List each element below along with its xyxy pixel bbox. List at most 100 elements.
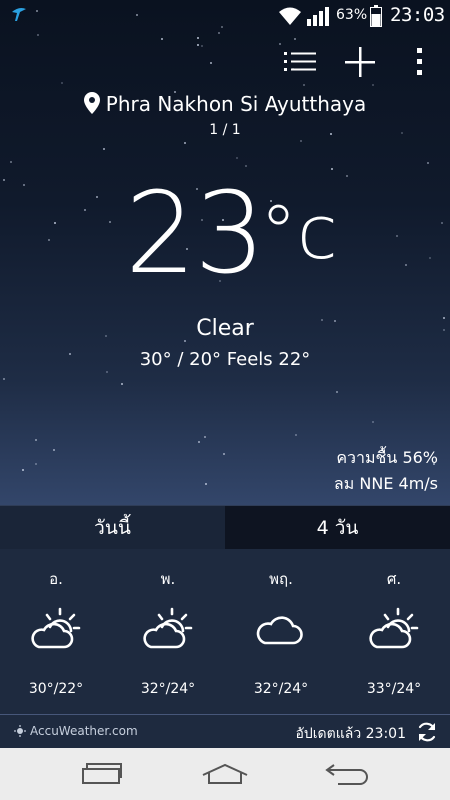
day-temperature: 32°/24°	[140, 681, 196, 697]
star	[405, 264, 407, 266]
tab-today[interactable]: วันนี้	[0, 505, 225, 550]
star	[201, 45, 203, 47]
accuweather-sun-icon	[14, 725, 26, 737]
star	[245, 165, 247, 167]
star	[53, 449, 55, 451]
refresh-icon[interactable]	[416, 721, 438, 743]
star	[197, 44, 199, 46]
day-name: พฤ.	[269, 570, 293, 588]
navigation-bar	[0, 748, 450, 800]
day-temperature: 32°/24°	[253, 681, 309, 697]
star	[441, 222, 443, 224]
star	[205, 483, 207, 485]
star	[198, 441, 200, 443]
wind-label: ลม	[333, 474, 355, 493]
star	[35, 463, 37, 465]
status-bar: 63% 23:03	[0, 0, 450, 32]
back-icon	[325, 764, 368, 785]
forecast-panel: อ. 30°/22° พ. 32°/24° พฤ. 32°/24° ศ. 33°…	[0, 549, 450, 714]
day-name: พ.	[160, 570, 176, 588]
footer-bar: AccuWeather.com อัปเดตแล้ว 23:01	[0, 714, 450, 749]
star	[372, 421, 374, 423]
star	[23, 184, 25, 186]
star	[3, 179, 5, 181]
cloud-icon	[256, 616, 303, 645]
accuweather-link[interactable]: AccuWeather.com	[14, 724, 138, 738]
star	[35, 439, 37, 441]
star	[121, 383, 123, 385]
day-name: ศ.	[386, 570, 402, 588]
star	[300, 140, 302, 142]
star	[184, 142, 186, 144]
humidity-detail: ความชื้น 56%	[336, 446, 438, 471]
more-icon	[417, 48, 422, 75]
partly-cloudy-sun-icon	[143, 607, 193, 649]
star	[54, 222, 56, 224]
day-name: อ.	[49, 570, 63, 588]
star	[48, 239, 50, 241]
location-name: Phra Nakhon Si Ayutthaya	[105, 92, 367, 116]
humidity-label: ความชื้น	[336, 448, 398, 467]
add-icon	[345, 47, 375, 77]
star	[336, 391, 338, 393]
back-button[interactable]	[317, 756, 377, 792]
star	[429, 257, 431, 259]
star	[103, 148, 105, 150]
wind-value: NNE 4m/s	[359, 474, 438, 493]
forecast-tabs: วันนี้ 4 วัน	[0, 505, 450, 550]
location-title[interactable]: Phra Nakhon Si Ayutthaya	[0, 92, 450, 116]
updated-time: อัปเดตแล้ว 23:01	[295, 726, 406, 742]
star	[218, 32, 220, 34]
day-temperature: 30°/22°	[28, 681, 84, 697]
humidity-value: 56%	[402, 448, 438, 467]
wind-detail: ลม NNE 4m/s	[334, 472, 438, 497]
wifi-icon	[279, 7, 301, 25]
weather-condition: Clear	[196, 316, 254, 341]
star	[3, 378, 5, 380]
recent-apps-button[interactable]	[73, 756, 133, 792]
star	[372, 84, 374, 86]
star	[96, 196, 98, 198]
temperature-unit: °c	[260, 190, 338, 276]
home-icon	[202, 763, 248, 784]
add-city-button[interactable]	[342, 44, 378, 80]
current-temperature: 23	[125, 169, 266, 299]
star	[427, 162, 429, 164]
partly-cloudy-sun-icon	[369, 607, 419, 649]
day-temperature: 33°/24°	[366, 681, 422, 697]
star	[161, 38, 163, 40]
star	[197, 37, 199, 39]
star	[10, 161, 12, 163]
battery-percent: 63%	[336, 7, 368, 23]
list-icon	[284, 52, 316, 71]
home-button[interactable]	[195, 756, 255, 792]
star	[331, 168, 333, 170]
star	[294, 38, 296, 40]
partly-cloudy-sun-icon	[31, 607, 81, 649]
more-options-button[interactable]	[402, 44, 438, 80]
star	[279, 43, 281, 45]
star	[22, 469, 24, 471]
star	[210, 62, 212, 64]
star	[396, 235, 398, 237]
location-pin-icon	[83, 92, 100, 114]
star	[204, 436, 206, 438]
carrier-icon	[12, 8, 26, 21]
recent-apps-icon	[82, 763, 122, 784]
star	[295, 434, 297, 436]
star	[303, 84, 305, 86]
star	[106, 371, 108, 373]
page-indicator: 1 / 1	[209, 122, 241, 138]
hi-lo-feels: 30° / 20° Feels 22°	[139, 349, 311, 370]
star	[346, 175, 348, 177]
city-list-button[interactable]	[282, 44, 318, 80]
provider-name: AccuWeather.com	[30, 724, 138, 738]
tab-four-day[interactable]: 4 วัน	[225, 505, 450, 550]
status-clock: 23:03	[390, 4, 445, 26]
star	[37, 34, 39, 36]
signal-icon	[307, 7, 329, 26]
battery-icon	[370, 5, 382, 27]
star	[236, 157, 238, 159]
star	[109, 221, 111, 223]
star	[223, 453, 225, 455]
